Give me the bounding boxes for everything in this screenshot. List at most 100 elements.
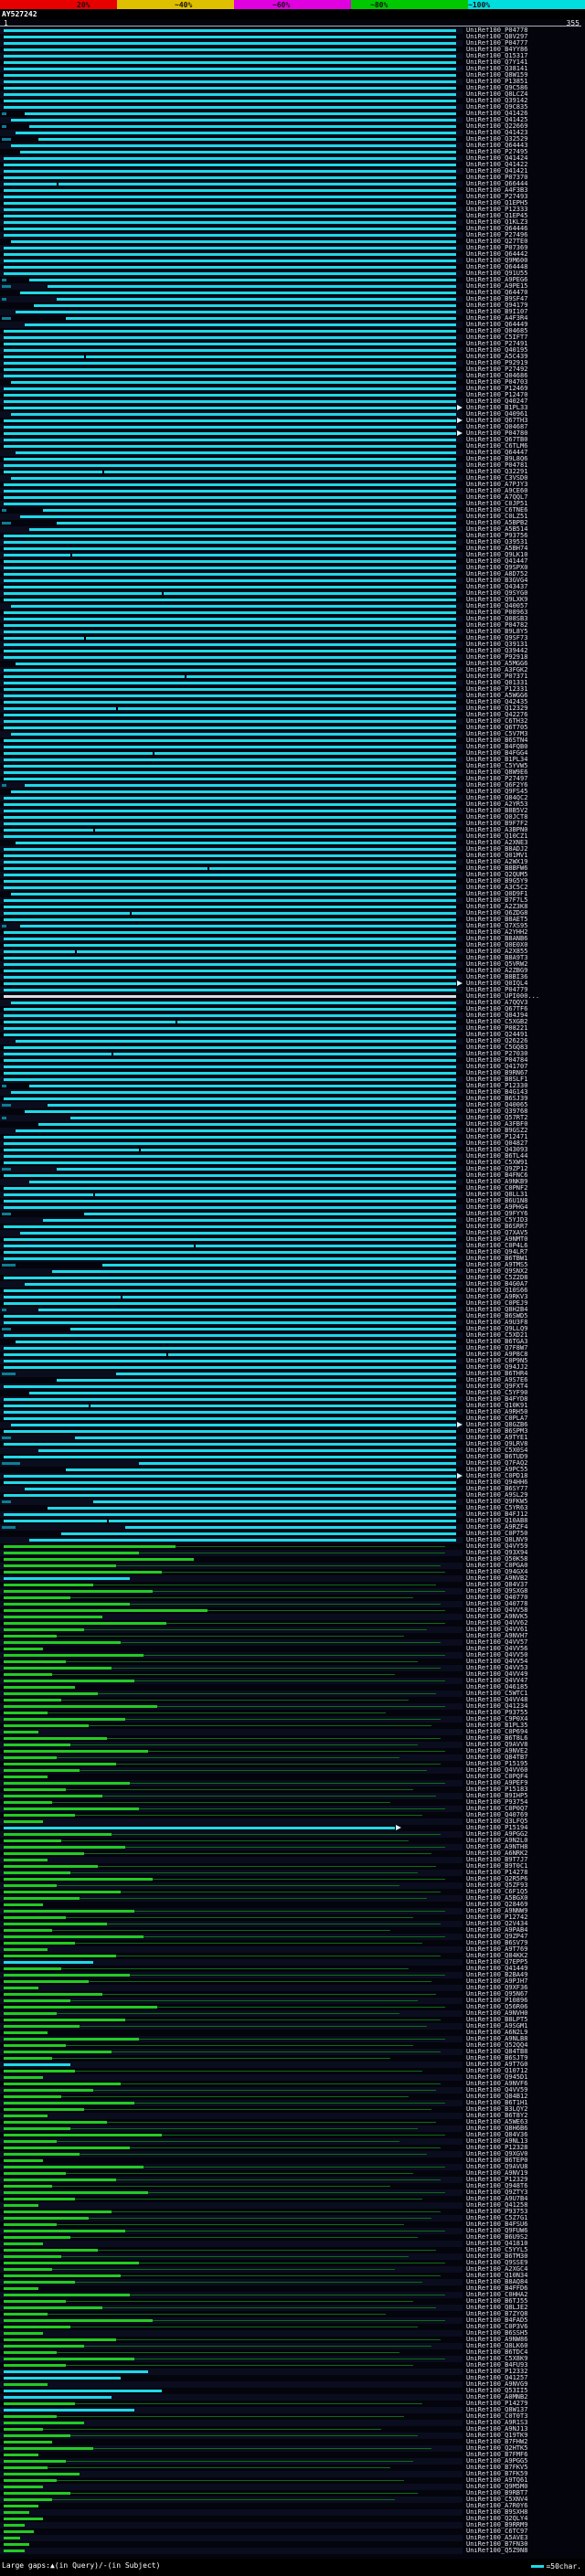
hit-label[interactable]: UniRef100_B7F7L5 bbox=[466, 897, 583, 904]
hit-label[interactable]: UniRef100_Q4VV61 bbox=[466, 1627, 583, 1633]
hit-label[interactable]: UniRef100_Q9SXG8 bbox=[466, 1588, 583, 1595]
hit-bar[interactable] bbox=[4, 2019, 125, 2021]
hit-bar[interactable] bbox=[4, 2434, 70, 2437]
hit-label[interactable]: UniRef100_Q948T6 bbox=[466, 2183, 583, 2189]
hit-bar[interactable] bbox=[4, 886, 456, 889]
hit-bar[interactable] bbox=[4, 2095, 61, 2098]
hit-bar[interactable] bbox=[4, 419, 456, 422]
hit-bar[interactable] bbox=[4, 2300, 66, 2303]
hit-bar[interactable] bbox=[4, 650, 456, 652]
hit-bar[interactable] bbox=[4, 1161, 456, 1164]
hit-label[interactable]: UniRef100_A9NJ13 bbox=[466, 2426, 583, 2433]
hit-bar[interactable] bbox=[4, 2159, 43, 2162]
hit-bar[interactable] bbox=[4, 931, 456, 934]
hit-bar[interactable] bbox=[11, 477, 456, 480]
hit-label[interactable]: UniRef100_B7FMF6 bbox=[466, 2452, 583, 2458]
hit-bar[interactable] bbox=[4, 1628, 84, 1631]
hit-bar[interactable] bbox=[4, 1430, 456, 1433]
hit-label[interactable]: UniRef100_Q93X94 bbox=[466, 1550, 583, 1556]
hit-label[interactable]: UniRef100_C5X8K9 bbox=[466, 2356, 583, 2362]
hit-bar[interactable] bbox=[4, 1193, 456, 1196]
hit-label[interactable]: UniRef100_P13851 bbox=[466, 79, 583, 85]
hit-label[interactable]: UniRef100_B4FQB0 bbox=[466, 744, 583, 750]
hit-label[interactable]: UniRef100_Q40770 bbox=[466, 1595, 583, 1601]
hit-bar[interactable] bbox=[4, 1942, 75, 1945]
hit-label[interactable]: UniRef100_A2YHH2 bbox=[466, 929, 583, 936]
hit-bar[interactable] bbox=[4, 2127, 70, 2130]
hit-bar[interactable] bbox=[4, 2306, 102, 2309]
hit-bar[interactable] bbox=[43, 1219, 456, 1222]
hit-label[interactable]: UniRef100_P04780 bbox=[466, 430, 583, 437]
hit-label[interactable]: UniRef100_B9RRM9 bbox=[466, 2522, 583, 2528]
hit-bar[interactable] bbox=[4, 471, 456, 473]
hit-label[interactable]: UniRef100_Q01331 bbox=[466, 680, 583, 686]
hit-label[interactable]: UniRef100_Q39142 bbox=[466, 98, 583, 104]
hit-label[interactable]: UniRef100_B6TEP0 bbox=[466, 2157, 583, 2164]
hit-label[interactable]: UniRef100_Q56R06 bbox=[466, 2004, 583, 2010]
hit-bar[interactable] bbox=[4, 260, 456, 262]
hit-bar[interactable] bbox=[116, 1373, 456, 1375]
hit-label[interactable]: UniRef100_Q10K91 bbox=[466, 1403, 583, 1409]
hit-bar[interactable] bbox=[4, 1724, 89, 1727]
hit-label[interactable]: UniRef100_Q38141 bbox=[466, 66, 583, 72]
hit-bar[interactable] bbox=[4, 1635, 57, 1638]
hit-bar[interactable] bbox=[4, 1385, 456, 1388]
hit-bar[interactable] bbox=[4, 2505, 38, 2507]
hit-label[interactable]: UniRef100_P07371 bbox=[466, 673, 583, 680]
hit-label[interactable]: UniRef100_C6TNE6 bbox=[466, 507, 583, 514]
hit-bar[interactable] bbox=[4, 599, 456, 601]
hit-bar[interactable] bbox=[4, 1065, 456, 1068]
hit-bar[interactable] bbox=[4, 1155, 456, 1158]
hit-label[interactable]: UniRef100_A9NVK5 bbox=[466, 1614, 583, 1620]
hit-label[interactable]: UniRef100_Q84V37 bbox=[466, 1582, 583, 1588]
hit-bar[interactable] bbox=[4, 547, 456, 550]
hit-label[interactable]: UniRef100_Q41425 bbox=[466, 117, 583, 123]
hit-bar[interactable] bbox=[4, 976, 456, 979]
hit-label[interactable]: UniRef100_Q7EPP5 bbox=[466, 1959, 583, 1966]
hit-label[interactable]: UniRef100_Q08SB3 bbox=[466, 616, 583, 622]
hit-bar[interactable] bbox=[4, 1948, 48, 1951]
hit-label[interactable]: UniRef100_B9RBT7 bbox=[466, 2490, 583, 2496]
hit-bar[interactable] bbox=[4, 682, 456, 684]
hit-label[interactable]: UniRef100_Q24491 bbox=[466, 1032, 583, 1038]
hit-bar[interactable] bbox=[4, 1078, 456, 1081]
hit-label[interactable]: UniRef100_A5BH74 bbox=[466, 546, 583, 552]
hit-label[interactable]: UniRef100_Q04685 bbox=[466, 328, 583, 334]
hit-bar[interactable] bbox=[4, 2121, 107, 2124]
hit-bar[interactable] bbox=[4, 1552, 139, 1554]
hit-bar[interactable] bbox=[16, 1341, 456, 1343]
hit-bar[interactable] bbox=[4, 2185, 52, 2188]
hit-label[interactable]: UniRef100_B6SSH5 bbox=[466, 2330, 583, 2337]
hit-label[interactable]: UniRef100_A9TQ61 bbox=[466, 2477, 583, 2484]
hit-label[interactable]: UniRef100_Q8LK60 bbox=[466, 2343, 583, 2349]
hit-bar[interactable] bbox=[4, 1545, 176, 1548]
hit-bar[interactable] bbox=[125, 1526, 456, 1529]
hit-label[interactable]: UniRef100_B6SRR7 bbox=[466, 1224, 583, 1230]
hit-label[interactable]: UniRef100_Q9SNX2 bbox=[466, 1268, 583, 1275]
hit-label[interactable]: UniRef100_P04777 bbox=[466, 40, 583, 47]
hit-bar[interactable] bbox=[48, 285, 456, 288]
hit-label[interactable]: UniRef100_A9NVB2 bbox=[466, 1575, 583, 1582]
hit-bar[interactable] bbox=[4, 2294, 130, 2296]
hit-bar[interactable] bbox=[4, 2313, 48, 2316]
hit-bar[interactable] bbox=[4, 2518, 43, 2520]
hit-label[interactable]: UniRef100_A9PC55 bbox=[466, 1467, 583, 1473]
hit-label[interactable]: UniRef100_Q10S66 bbox=[466, 1288, 583, 1294]
hit-label[interactable]: UniRef100_Q43093 bbox=[466, 1147, 583, 1153]
hit-label[interactable]: UniRef100_Q9ZP47 bbox=[466, 1934, 583, 1940]
hit-bar[interactable] bbox=[4, 2178, 116, 2181]
hit-bar[interactable] bbox=[4, 1660, 66, 1663]
hit-label[interactable]: UniRef100_Q41234 bbox=[466, 1703, 583, 1710]
hit-label[interactable]: UniRef100_P14279 bbox=[466, 2401, 583, 2407]
hit-label[interactable]: UniRef100_A9PGG5 bbox=[466, 2458, 583, 2465]
hit-bar[interactable] bbox=[4, 483, 456, 486]
hit-bar[interactable] bbox=[38, 1123, 456, 1126]
hit-label[interactable]: UniRef100_Q1KLZ3 bbox=[466, 219, 583, 226]
hit-bar[interactable] bbox=[4, 1622, 166, 1625]
hit-bar[interactable] bbox=[4, 87, 456, 90]
hit-label[interactable]: UniRef100_C0PQF4 bbox=[466, 1774, 583, 1780]
hit-label[interactable]: UniRef100_A2Z3K8 bbox=[466, 904, 583, 910]
hit-bar[interactable] bbox=[4, 2217, 89, 2220]
hit-label[interactable]: UniRef100_B6TBW1 bbox=[466, 1256, 583, 1262]
hit-bar[interactable] bbox=[4, 1321, 456, 1324]
